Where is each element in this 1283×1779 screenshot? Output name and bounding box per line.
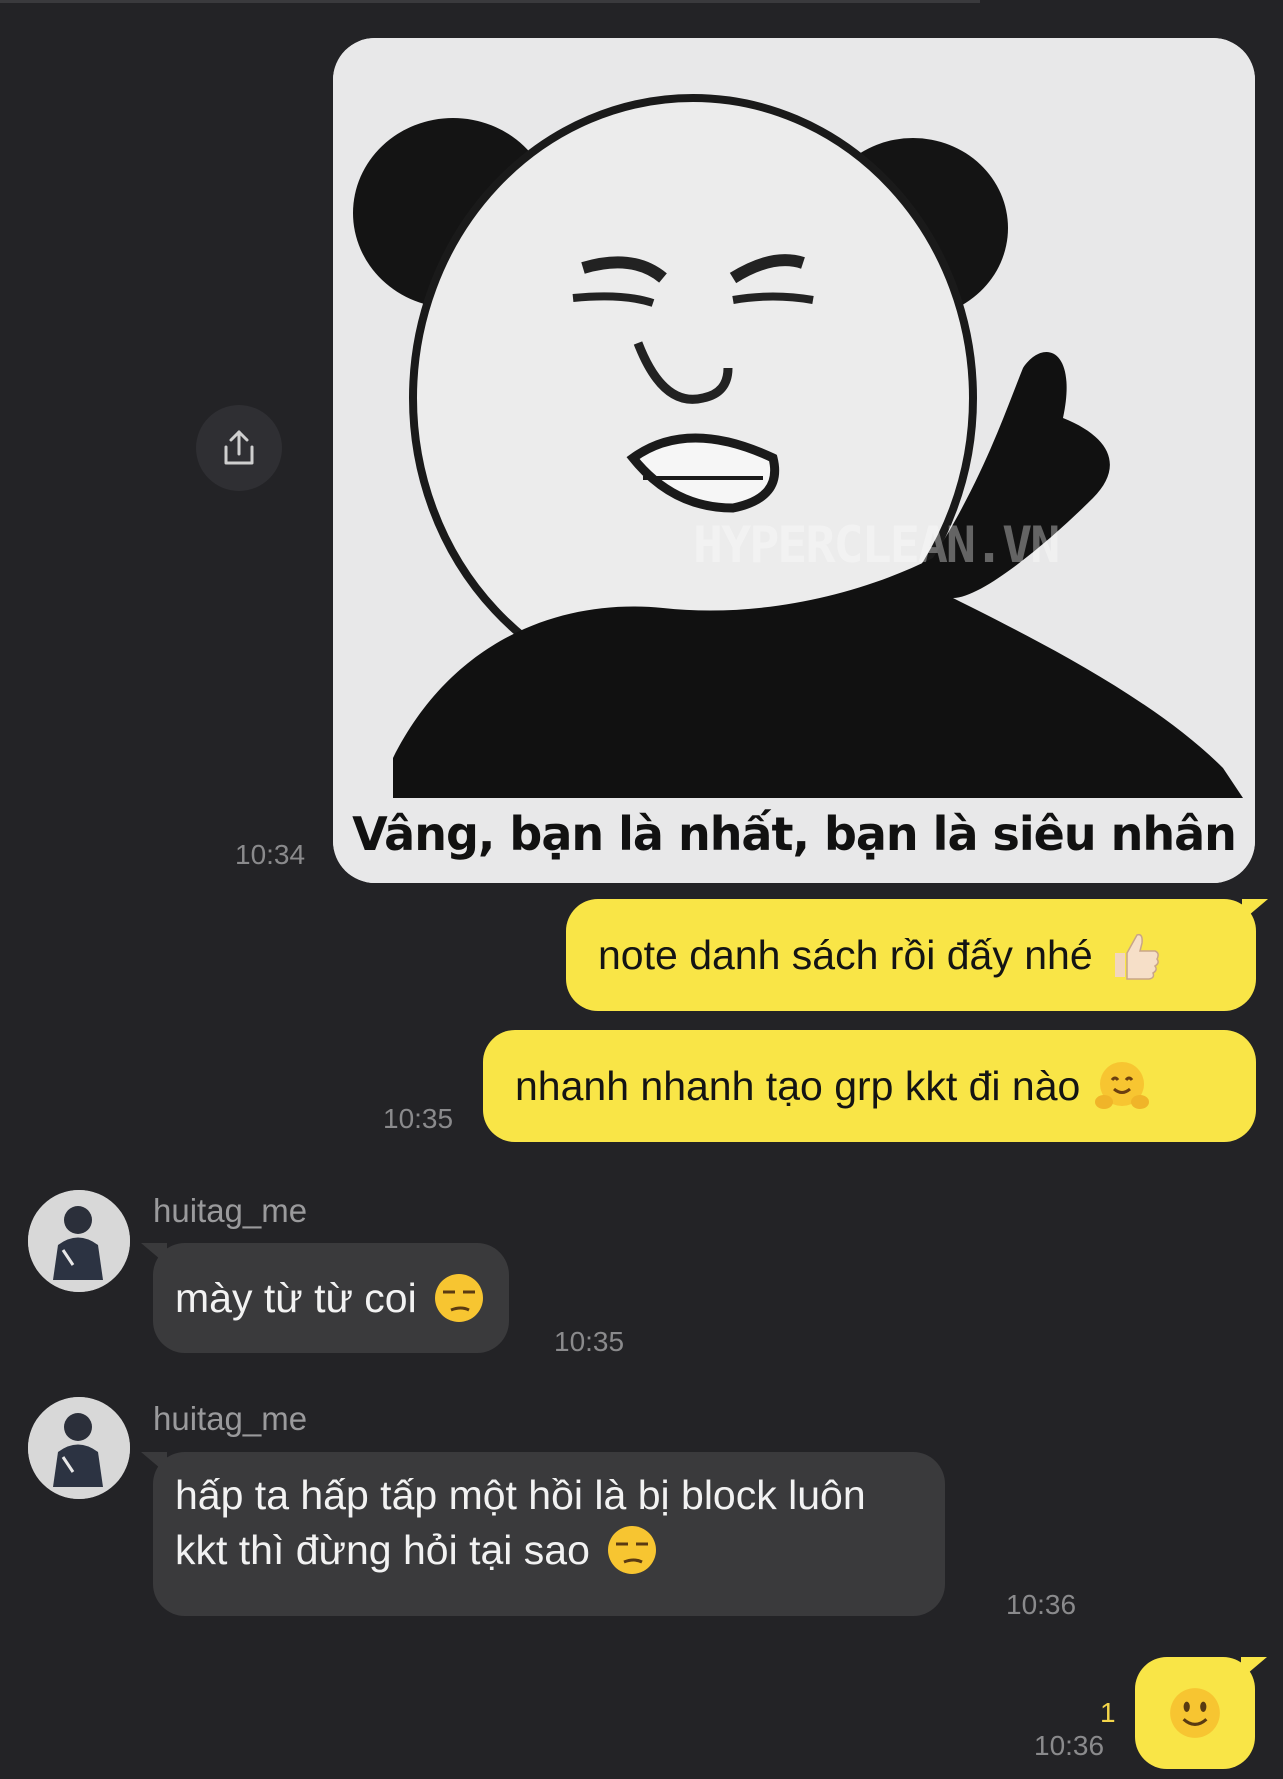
share-button[interactable] [196,405,282,491]
message-text: note danh sách rồi đấy nhé [598,931,1093,978]
timestamp: 10:35 [554,1326,625,1357]
meme-caption: Vâng, bạn là nhất, bạn là siêu nhân [352,807,1237,861]
thumbs-up-icon [1114,933,1159,980]
slightly-smiling-face-icon [1170,1688,1220,1738]
timestamp: 10:36 [1006,1589,1077,1620]
message-text: nhanh nhanh tạo grp kkt đi nào [515,1062,1081,1109]
message-line: hấp ta hấp tấp một hồi là bị block luôn [175,1472,866,1518]
hugging-face-icon [1095,1062,1150,1109]
panda-meme-image [333,38,1255,883]
unamused-face-icon [607,1526,656,1574]
message-line: kkt thì đừng hỏi tại sao [175,1527,590,1573]
incoming-message[interactable]: hấp ta hấp tấp một hồi là bị block luôn … [141,1452,945,1616]
avatar[interactable] [28,1397,130,1499]
incoming-message[interactable]: mày từ từ coi [141,1243,509,1353]
sender-name: huitag_me [153,1400,308,1437]
unamused-face-icon [434,1274,483,1322]
watermark-text: HYPERCLEAN.VN [693,516,1060,574]
meme-image-message[interactable]: HYPERCLEAN.VN Vâng, bạn là nhất, bạn là … [333,38,1255,883]
timestamp: 10:36 [1034,1730,1105,1761]
top-divider [0,0,980,3]
avatar-photo [28,1190,130,1292]
sender-name: huitag_me [153,1192,308,1229]
avatar-photo [28,1397,130,1499]
outgoing-message[interactable]: note danh sách rồi đấy nhé [566,899,1268,1011]
outgoing-message[interactable]: nhanh nhanh tạo grp kkt đi nào [483,1030,1256,1142]
timestamp: 10:34 [235,839,306,870]
avatar[interactable] [28,1190,130,1292]
message-text: mày từ từ coi [175,1274,417,1321]
share-icon [224,430,254,465]
unread-count: 1 [1100,1697,1116,1728]
outgoing-message[interactable] [1135,1657,1267,1769]
timestamp: 10:35 [383,1103,454,1134]
